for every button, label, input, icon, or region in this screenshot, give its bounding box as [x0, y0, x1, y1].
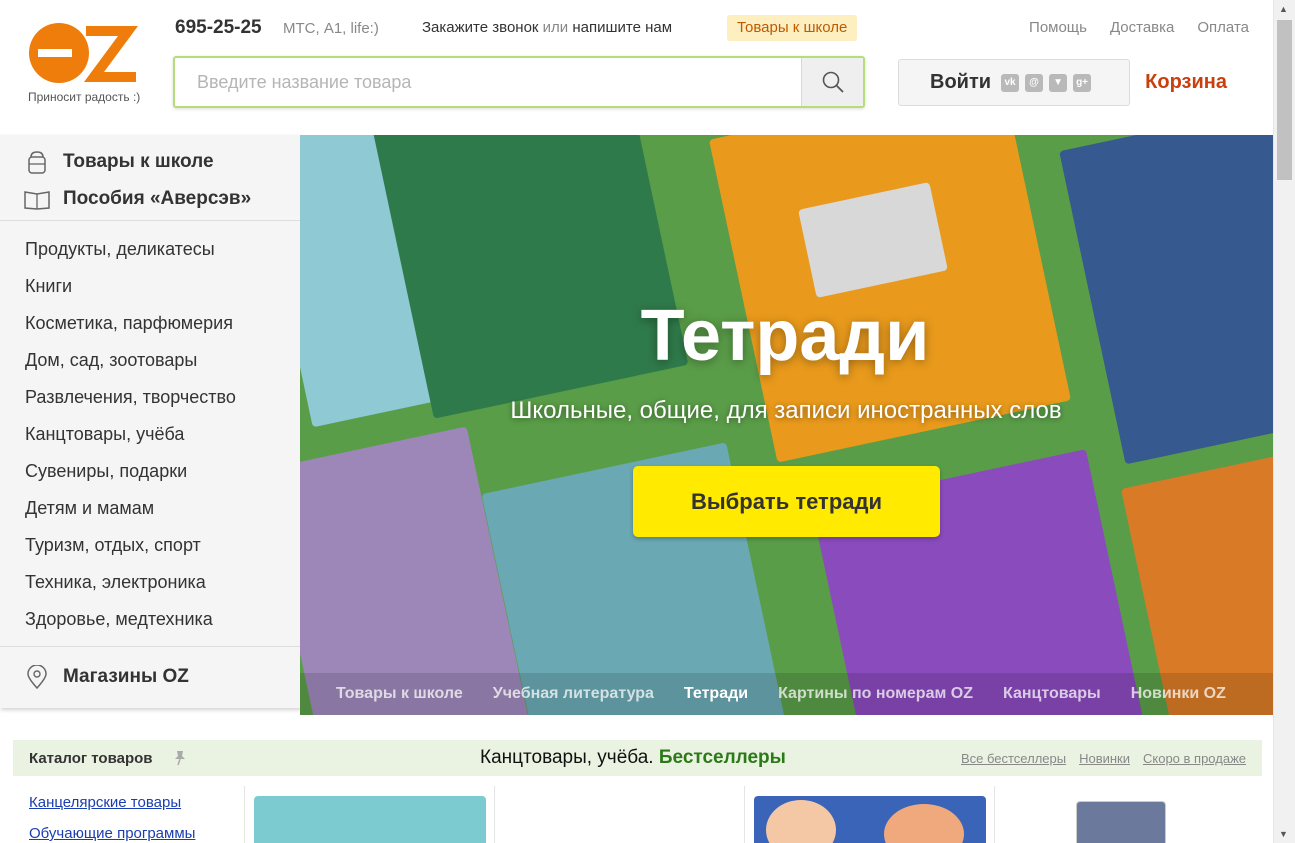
- sidebar-item-food[interactable]: Продукты, деликатесы: [0, 231, 300, 268]
- callback-or-text: или: [542, 19, 569, 36]
- school-goods-chip[interactable]: Товары к школе: [727, 15, 858, 41]
- logo-tagline: Приносит радость :): [28, 90, 141, 104]
- sidebar-category-list: Продукты, деликатесы Книги Косметика, па…: [0, 221, 300, 647]
- help-link[interactable]: Помощь: [1029, 19, 1087, 36]
- login-label[interactable]: Войти: [930, 71, 991, 94]
- sidebar-item-electronics[interactable]: Техника, электроника: [0, 564, 300, 601]
- open-book-icon: [24, 190, 50, 210]
- hero-tabs: Товары к школе Учебная литература Тетрад…: [300, 673, 1273, 715]
- oz-logo[interactable]: Приносит радость :): [28, 20, 148, 110]
- catalog-label[interactable]: Каталог товаров: [29, 750, 153, 767]
- bestsellers-category: Канцтовары, учёба.: [480, 747, 659, 768]
- hero-title: Тетради: [640, 296, 930, 376]
- sidebar-item-kids[interactable]: Детям и мамам: [0, 490, 300, 527]
- sidebar-stores: Магазины OZ: [0, 647, 300, 707]
- catalog-link-office-supplies[interactable]: Канцелярские товары: [29, 794, 181, 811]
- sidebar-item-stores[interactable]: Магазины OZ: [0, 647, 300, 707]
- scroll-up-arrow[interactable]: ▲: [1279, 4, 1288, 14]
- product-art: [884, 804, 964, 843]
- sidebar-item-school[interactable]: Товары к школе: [0, 143, 300, 180]
- bestsellers-bar: Каталог товаров Канцтовары, учёба. Бестс…: [13, 740, 1262, 776]
- bestsellers-word: Бестселлеры: [658, 747, 786, 768]
- delivery-link[interactable]: Доставка: [1110, 19, 1174, 36]
- sidebar-item-souvenirs[interactable]: Сувениры, подарки: [0, 453, 300, 490]
- cart-link[interactable]: Корзина: [1145, 71, 1227, 94]
- search-input[interactable]: [175, 58, 800, 106]
- hero-tab-notebooks[interactable]: Тетради: [684, 685, 748, 703]
- notebook-image: [300, 426, 529, 715]
- callback-order-text[interactable]: Закажите звонок: [422, 19, 543, 36]
- oz-logo-mark: [29, 23, 138, 83]
- location-pin-icon: [27, 665, 47, 689]
- callback-link[interactable]: Закажите звонок или напишите нам: [422, 19, 672, 36]
- backpack-icon: [28, 150, 46, 174]
- column-divider: [994, 786, 995, 843]
- site-header: Приносит радость :) 695-25-25 МТС, А1, l…: [0, 0, 1273, 135]
- sidebar-item-stationery[interactable]: Канцтовары, учёба: [0, 416, 300, 453]
- ok-icon[interactable]: ▼: [1049, 73, 1068, 92]
- scroll-thumb[interactable]: [1277, 20, 1292, 180]
- sidebar-featured: Товары к школе Пособия «Аверсэв»: [0, 135, 300, 221]
- pin-icon[interactable]: [173, 750, 187, 766]
- sidebar-item-entertainment[interactable]: Развлечения, творчество: [0, 379, 300, 416]
- vk-icon[interactable]: vk: [1001, 73, 1020, 92]
- phone-number[interactable]: 695-25-25: [175, 17, 262, 39]
- category-sidebar: Товары к школе Пособия «Аверсэв» Продукт…: [0, 135, 300, 708]
- search-icon: [822, 71, 844, 93]
- new-items-link[interactable]: Новинки: [1079, 751, 1130, 766]
- catalog-link-educational-software[interactable]: Обучающие программы: [29, 825, 195, 842]
- product-art: [766, 800, 836, 843]
- hero-tab-school[interactable]: Товары к школе: [336, 685, 463, 703]
- product-image[interactable]: [754, 796, 986, 843]
- mail-icon[interactable]: @: [1025, 73, 1044, 92]
- search-button[interactable]: [801, 58, 863, 106]
- callback-write-text[interactable]: напишите нам: [568, 19, 672, 36]
- sidebar-item-aversev[interactable]: Пособия «Аверсэв»: [0, 180, 300, 217]
- coming-soon-link[interactable]: Скоро в продаже: [1143, 751, 1246, 766]
- top-links: Помощь Доставка Оплата: [1029, 19, 1249, 36]
- hero-banner[interactable]: Тетради Школьные, общие, для записи инос…: [300, 135, 1273, 715]
- bestsellers-links: Все бестселлеры Новинки Скоро в продаже: [961, 751, 1246, 766]
- bestsellers-title: Канцтовары, учёба. Бестселлеры: [480, 747, 786, 769]
- search-box: [173, 56, 865, 108]
- sidebar-item-home[interactable]: Дом, сад, зоотовары: [0, 342, 300, 379]
- page-scrollbar[interactable]: ▲ ▼: [1273, 0, 1295, 843]
- column-divider: [744, 786, 745, 843]
- sidebar-item-label: Пособия «Аверсэв»: [63, 187, 252, 209]
- phone-operators: МТС, А1, life:): [283, 20, 379, 37]
- sidebar-item-books[interactable]: Книги: [0, 268, 300, 305]
- choose-notebooks-button[interactable]: Выбрать тетради: [633, 466, 940, 537]
- hero-tab-textbooks[interactable]: Учебная литература: [493, 685, 654, 703]
- product-image[interactable]: [1076, 801, 1166, 843]
- hero-tab-stationery[interactable]: Канцтовары: [1003, 685, 1101, 703]
- sidebar-item-tourism[interactable]: Туризм, отдых, спорт: [0, 527, 300, 564]
- login-button[interactable]: Войти vk @ ▼ g+: [898, 59, 1130, 106]
- product-image[interactable]: [254, 796, 486, 843]
- column-divider: [244, 786, 245, 843]
- scroll-down-arrow[interactable]: ▼: [1279, 829, 1288, 839]
- all-bestsellers-link[interactable]: Все бестселлеры: [961, 751, 1066, 766]
- payment-link[interactable]: Оплата: [1197, 19, 1249, 36]
- sidebar-item-cosmetics[interactable]: Косметика, парфюмерия: [0, 305, 300, 342]
- column-divider: [494, 786, 495, 843]
- hero-tab-paint-by-numbers[interactable]: Картины по номерам OZ: [778, 685, 973, 703]
- sidebar-item-label: Товары к школе: [63, 150, 214, 172]
- gplus-icon[interactable]: g+: [1073, 73, 1092, 92]
- sidebar-item-health[interactable]: Здоровье, медтехника: [0, 601, 300, 638]
- sidebar-item-label: Магазины OZ: [63, 666, 189, 687]
- hero-tab-new-oz[interactable]: Новинки OZ: [1131, 685, 1226, 703]
- hero-subtitle: Школьные, общие, для записи иностранных …: [510, 397, 1062, 424]
